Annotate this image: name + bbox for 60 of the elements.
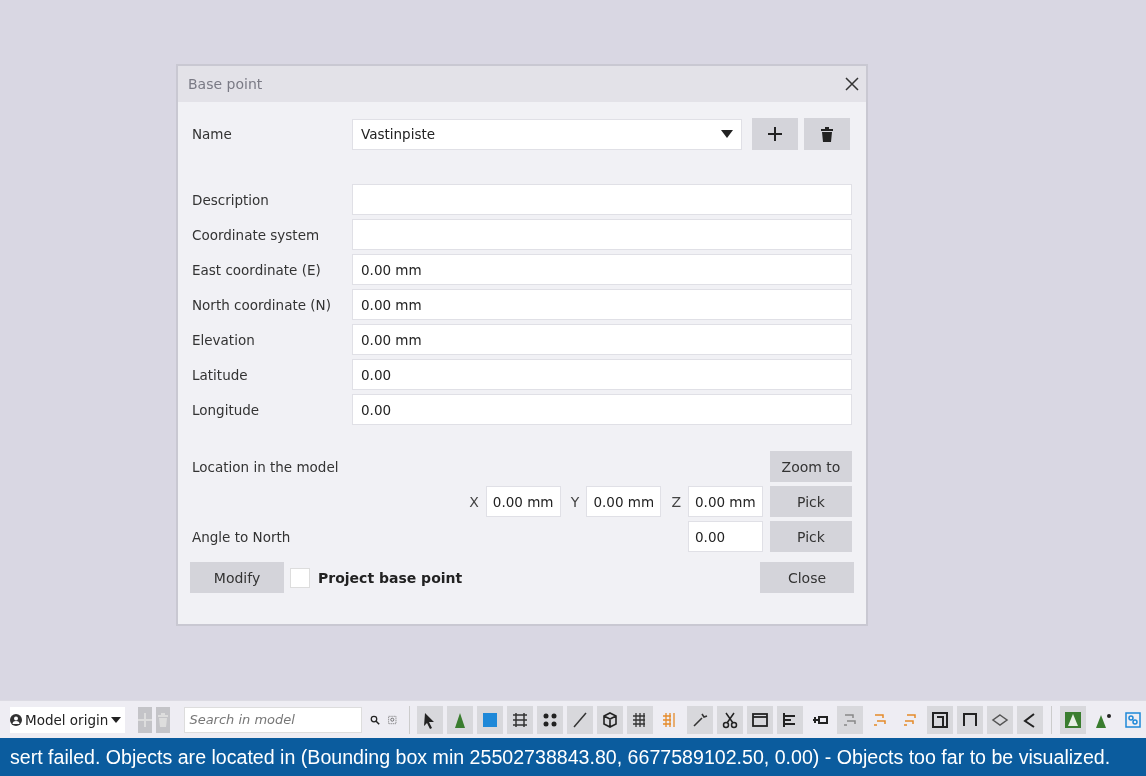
field-label: Elevation (192, 331, 256, 348)
terrain-icon[interactable] (1060, 705, 1086, 734)
add-button[interactable] (752, 118, 798, 150)
field-label: Coordinate system (192, 226, 321, 243)
text-field[interactable] (352, 184, 852, 215)
grid-icon[interactable] (507, 705, 534, 734)
pick-button[interactable]: Pick (770, 521, 852, 552)
dialog-title: Base point (188, 76, 263, 92)
field-label: Angle to North (192, 528, 292, 545)
close-icon[interactable] (844, 76, 860, 92)
pick-button[interactable]: Pick (770, 486, 852, 517)
text-field[interactable]: 0.00 mm (352, 289, 852, 320)
trash-icon (158, 712, 169, 727)
checkbox[interactable] (290, 567, 310, 588)
window-icon[interactable] (747, 705, 774, 734)
coordinate-field[interactable]: 0.00 mm (485, 486, 561, 517)
panel-icon[interactable] (927, 705, 954, 734)
plus-icon (138, 712, 153, 727)
cone-icon[interactable] (447, 705, 474, 734)
delete-button[interactable] (804, 118, 850, 150)
zoom-to-button[interactable]: Zoom to (770, 451, 852, 482)
align-icon[interactable] (777, 705, 804, 734)
field-label: Location in the model (192, 458, 340, 475)
axis-label: X (469, 493, 479, 510)
text-field[interactable]: 0.00 (352, 359, 852, 390)
user-icon (10, 713, 22, 726)
text-field[interactable] (352, 219, 852, 250)
field-label: East coordinate (E) (192, 261, 322, 278)
text-field[interactable]: 0.00 (352, 394, 852, 425)
name-dropdown[interactable]: Vastinpiste (352, 118, 742, 150)
checkbox-label: Project base point (318, 569, 463, 586)
caret-icon (111, 716, 122, 723)
field-label: Latitude (192, 366, 249, 383)
coordinate-field[interactable]: 0.00 mm (586, 486, 662, 517)
caret-icon (721, 130, 733, 138)
dots-icon[interactable] (537, 705, 564, 734)
cube-icon[interactable] (597, 705, 624, 734)
field-label: Longitude (192, 401, 261, 418)
origin-dropdown[interactable]: Model origin (10, 706, 126, 733)
field-label: North coordinate (N) (192, 296, 332, 313)
plus-icon (767, 126, 783, 142)
hatch-icon[interactable] (627, 705, 654, 734)
field-label: Description (192, 191, 270, 208)
modify-button[interactable]: Modify (190, 562, 284, 593)
trash-icon (821, 126, 833, 142)
coordinate-field[interactable]: 0.00 mm (688, 486, 763, 517)
layer-icon[interactable] (987, 705, 1014, 734)
close-button[interactable]: Close (760, 562, 854, 593)
scissors-icon[interactable] (717, 705, 744, 734)
axis-label: Y (570, 493, 580, 510)
axis-label: Z (671, 493, 681, 510)
bracket-icon[interactable] (957, 705, 984, 734)
angle-icon[interactable] (1017, 705, 1044, 734)
text-field[interactable]: 0.00 mm (352, 254, 852, 285)
status-message: sert failed. Objects are located in (Bounding box min 25502738843.80, 6677589102.50, 0.00) - Objects too far to be visualized. (0, 738, 1146, 776)
search-field[interactable]: Search in model (184, 706, 363, 733)
field-label: Name (192, 126, 233, 142)
cursor-icon[interactable] (417, 705, 444, 734)
angle-field[interactable]: 0.00 (688, 521, 763, 552)
text-field[interactable]: 0.00 mm (352, 324, 852, 355)
